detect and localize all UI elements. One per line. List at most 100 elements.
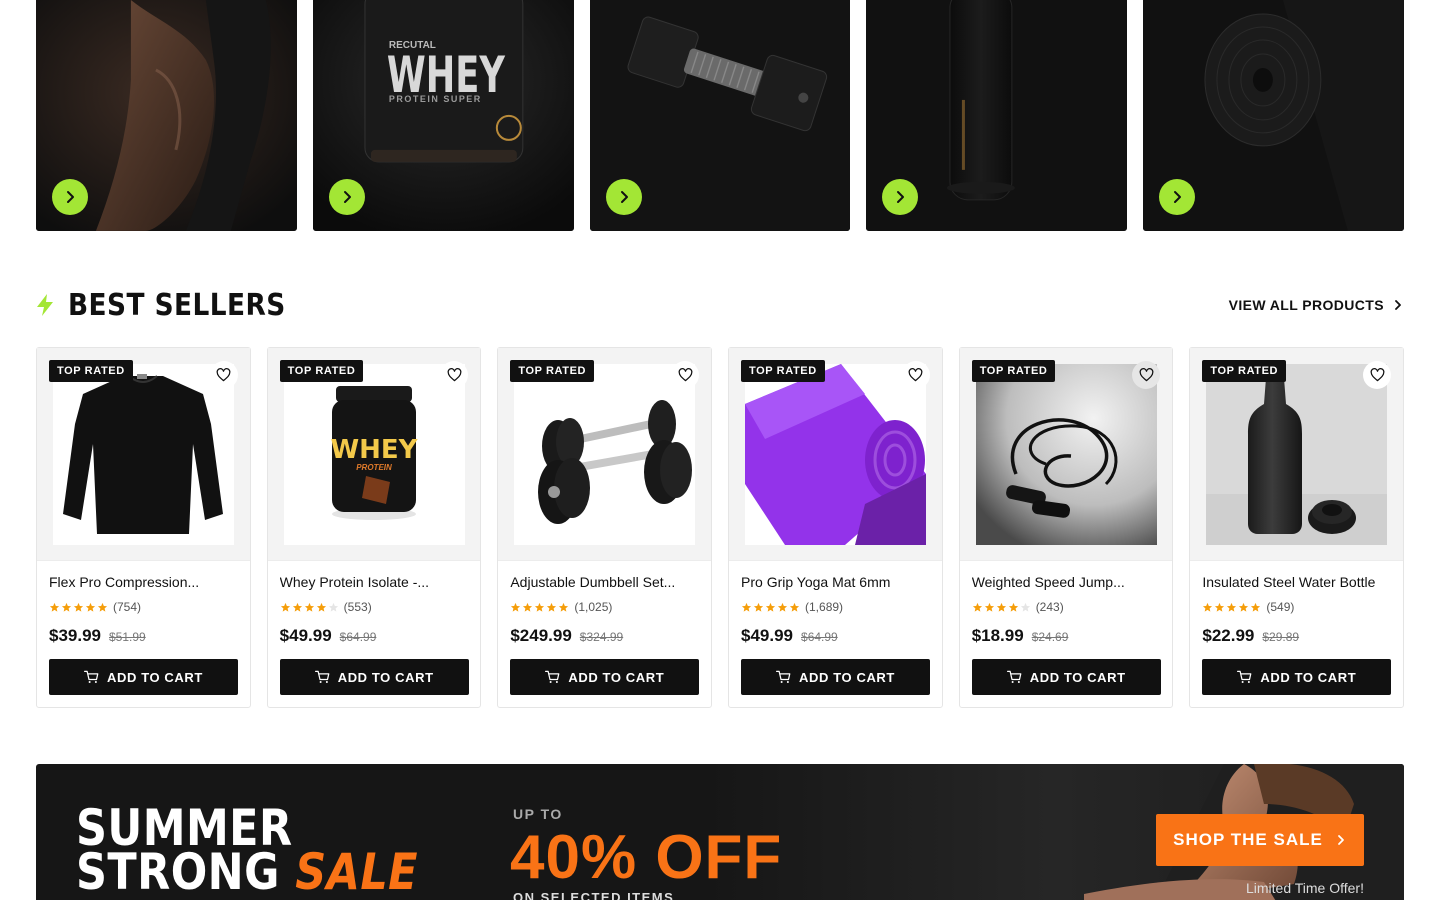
cart-icon [1237,670,1252,683]
product-image[interactable] [745,364,927,545]
product-image-area: TOP RATED [498,348,712,561]
sale-price: $22.99 [1202,626,1255,645]
star-icon [328,602,338,612]
category-arrow-button[interactable] [605,179,642,215]
product-card[interactable]: TOP RATED Insulated Steel Water Bottle (… [1189,347,1405,708]
product-image[interactable] [53,364,234,545]
product-image-area: TOP RATED [1190,348,1404,561]
product-card[interactable]: TOP RATED Flex Pro Compression... (754) … [36,347,251,708]
price-row: $49.99 $64.99 [741,626,838,646]
heart-icon [678,368,692,382]
product-image-area: TOP RATED [729,348,942,561]
product-name[interactable]: Adjustable Dumbbell Set... [510,574,702,590]
top-rated-badge: TOP RATED [279,360,364,382]
product-rating: (1,025) [510,600,612,614]
category-tile-supplements[interactable]: RECUTAL WHEY PROTEIN SUPER [312,0,574,231]
star-icon [316,602,326,612]
star-icon [535,602,545,612]
product-rating: (754) [49,600,141,614]
star-icon [777,602,788,612]
promo-discount: 40% OFF [510,823,783,892]
add-to-cart-button[interactable]: ADD TO CART [279,659,469,695]
chevron-right-icon [1337,835,1344,845]
star-icon [292,602,302,612]
product-image-area: WHEY PROTEIN TOP RATED [267,348,481,561]
category-arrow-button[interactable] [52,179,88,215]
product-rating: (553) [280,600,372,614]
review-count: (549) [1266,600,1295,614]
add-to-cart-label: ADD TO CART [1029,669,1126,685]
star-rating [1202,602,1261,613]
view-all-label: VIEW ALL PRODUCTS [1228,297,1384,313]
category-arrow-button[interactable] [328,179,365,215]
product-card[interactable]: TOP RATED Adjustable Dumbbell Set... (1,… [497,347,713,708]
star-rating [741,602,800,613]
product-name[interactable]: Pro Grip Yoga Mat 6mm [741,574,933,590]
tub-label-text: WHEY [330,435,418,465]
add-to-cart-label: ADD TO CART [1260,669,1357,685]
category-tile-apparel[interactable] [36,0,297,231]
section-title-group: BEST SELLERS [36,288,315,323]
product-card[interactable]: TOP RATED Pro Grip Yoga Mat 6mm (1,689) … [728,347,943,708]
price-row: $18.99 $24.69 [972,626,1069,646]
product-image[interactable] [1206,364,1388,545]
category-tile-bottles[interactable] [866,0,1128,231]
star-icon [1215,602,1225,612]
sale-price: $39.99 [49,626,101,645]
best-sellers-header: BEST SELLERS VIEW ALL PRODUCTS [36,282,1404,328]
add-to-cart-label: ADD TO CART [568,669,665,685]
star-icon [547,602,557,612]
top-rated-badge: TOP RATED [49,360,133,382]
product-name[interactable]: Insulated Steel Water Bottle [1202,574,1394,590]
star-icon [984,602,994,612]
add-to-cart-label: ADD TO CART [337,669,434,685]
add-to-cart-button[interactable]: ADD TO CART [971,659,1161,695]
review-count: (1,689) [805,600,844,614]
heart-icon [447,368,462,382]
review-count: (243) [1035,600,1064,614]
sale-price: $49.99 [279,626,332,645]
original-price: $64.99 [339,630,377,644]
view-all-products-link[interactable]: VIEW ALL PRODUCTS [1229,297,1404,313]
chevron-right-icon [67,191,74,203]
add-to-cart-button[interactable]: ADD TO CART [1202,659,1392,695]
lightning-icon [36,294,54,316]
product-image[interactable] [514,364,696,545]
add-to-cart-label: ADD TO CART [799,669,895,685]
star-icon [765,602,776,612]
promo-title-strong: STRONG [76,843,280,900]
heart-icon [1139,368,1154,382]
star-rating [510,602,569,613]
star-icon [1203,602,1213,612]
product-image-area: TOP RATED [37,348,250,561]
product-card[interactable]: WHEY PROTEIN TOP RATED Whey Protein Isol… [266,347,482,708]
wishlist-button[interactable] [671,361,700,389]
product-name[interactable]: Weighted Speed Jump... [972,574,1164,590]
product-name[interactable]: Whey Protein Isolate -... [280,574,472,590]
wishlist-button[interactable] [901,361,930,389]
product-image[interactable]: WHEY PROTEIN [283,364,465,545]
wishlist-button[interactable] [1363,361,1392,389]
add-to-cart-button[interactable]: ADD TO CART [510,659,700,695]
add-to-cart-button[interactable]: ADD TO CART [741,659,931,695]
shop-the-sale-button[interactable]: SHOP THE SALE [1156,814,1364,866]
star-rating [972,602,1031,613]
product-name[interactable]: Flex Pro Compression... [49,574,241,590]
star-icon [280,602,290,612]
review-count: (553) [343,600,372,614]
original-price: $324.99 [579,630,624,644]
wishlist-button[interactable] [209,361,238,389]
original-price: $64.99 [801,630,838,644]
star-icon [996,602,1006,612]
category-tile-equipment[interactable] [589,0,851,231]
cart-icon [545,670,560,683]
category-arrow-button[interactable] [1159,179,1196,215]
product-image[interactable] [975,364,1157,545]
star-icon [73,602,84,612]
add-to-cart-button[interactable]: ADD TO CART [49,659,238,695]
review-count: (754) [113,600,142,614]
category-tile-mats[interactable] [1143,0,1404,231]
price-row: $49.99 $64.99 [280,626,377,646]
add-to-cart-label: ADD TO CART [107,669,203,685]
product-card[interactable]: TOP RATED Weighted Speed Jump... (243) $… [958,347,1174,708]
